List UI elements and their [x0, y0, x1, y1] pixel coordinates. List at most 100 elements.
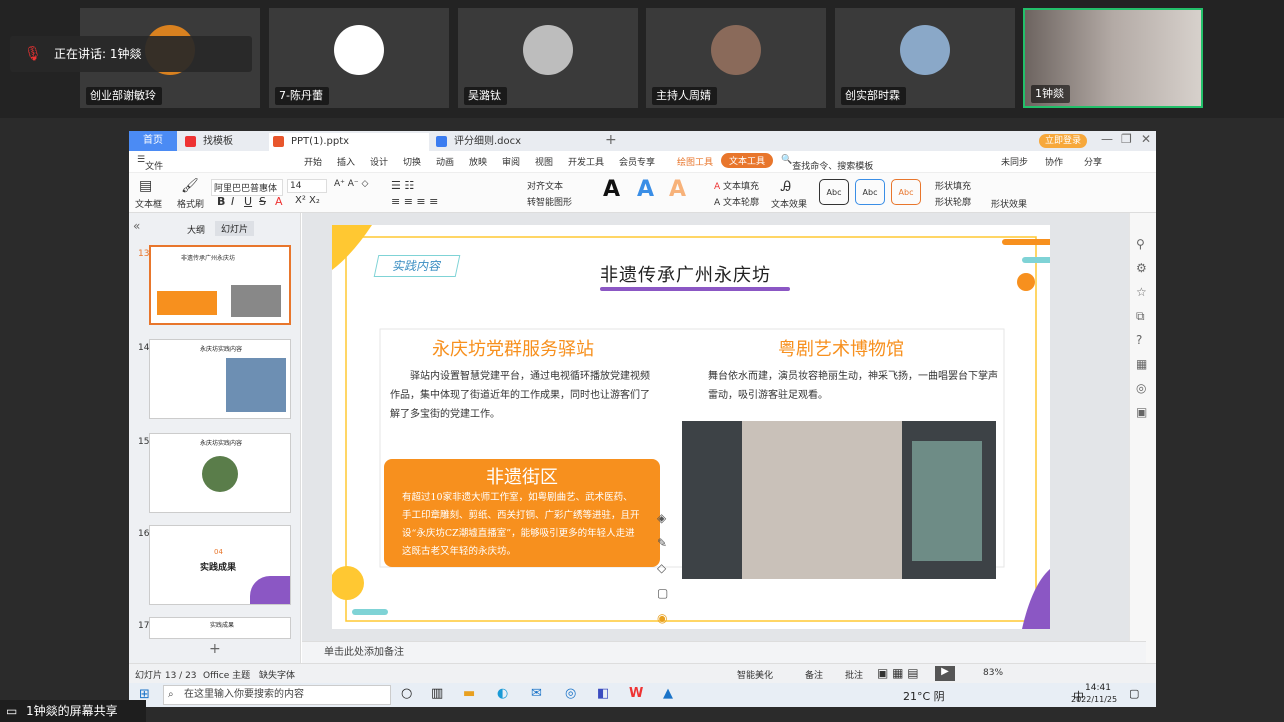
meeting-app-icon[interactable]: ▲: [663, 686, 673, 701]
slide-thumb-17[interactable]: 实践成果: [149, 617, 291, 639]
participant-tile[interactable]: 吴潞钛: [458, 8, 638, 108]
task-view-icon[interactable]: ○: [401, 686, 412, 701]
copy-icon[interactable]: ⧉: [1136, 309, 1145, 324]
slide-thumb-13[interactable]: 非遗传承广州永庆坊: [149, 245, 291, 325]
wps-icon[interactable]: W: [629, 686, 643, 701]
smart-art-button[interactable]: 转智能图形: [527, 195, 572, 208]
menu-insert[interactable]: 插入: [337, 155, 355, 168]
shape-style-3[interactable]: Abc: [891, 179, 921, 205]
shape-style-2[interactable]: Abc: [855, 179, 885, 205]
text-style-orange[interactable]: A: [669, 177, 686, 202]
format-brush-label[interactable]: 格式刷: [177, 197, 204, 210]
menu-developer[interactable]: 开发工具: [568, 155, 604, 168]
menu-design[interactable]: 设计: [370, 155, 388, 168]
pin-icon[interactable]: ⚲: [1136, 237, 1145, 251]
slide-thumb-16[interactable]: 04 实践成果: [149, 525, 291, 605]
play-icon[interactable]: ▶: [935, 666, 955, 681]
grow-font-icon[interactable]: A⁺ A⁻ ◇: [334, 179, 368, 189]
notes-toggle[interactable]: 备注: [805, 668, 823, 681]
login-button[interactable]: 立即登录: [1039, 134, 1088, 148]
theme-name[interactable]: Office 主题: [203, 668, 250, 681]
sync-status[interactable]: 未同步: [1001, 155, 1028, 168]
taskbar-search[interactable]: ⌕ 在这里输入你要搜索的内容: [163, 685, 391, 705]
frame-icon[interactable]: ▢: [657, 586, 668, 600]
participant-tile[interactable]: 7-陈丹蕾: [269, 8, 449, 108]
text-outline-button[interactable]: A 文本轮廓: [714, 195, 759, 208]
widgets-icon[interactable]: ▥: [431, 686, 443, 701]
new-tab-button[interactable]: +: [605, 132, 617, 148]
participant-tile[interactable]: 创实部时霖: [835, 8, 1015, 108]
slide-thumb-14[interactable]: 永庆坊实践内容: [149, 339, 291, 419]
shape-outline-button[interactable]: 形状轮廓: [935, 195, 971, 208]
menu-text-tools[interactable]: 文本工具: [721, 153, 774, 168]
settings-icon[interactable]: ⚙: [1136, 261, 1147, 275]
collaborate-button[interactable]: 协作: [1045, 155, 1063, 168]
weather[interactable]: 21°C 阴: [903, 688, 945, 704]
tip-icon[interactable]: ◉: [657, 611, 667, 625]
zoom-level[interactable]: 83%: [983, 668, 1003, 678]
superscript-icon[interactable]: X² X₂: [295, 195, 320, 206]
tab-home[interactable]: 首页: [129, 131, 177, 151]
clock-date[interactable]: 2022/11/25: [1071, 695, 1117, 704]
star-icon[interactable]: ☆: [1136, 285, 1147, 299]
font-color-icon[interactable]: A: [275, 195, 283, 208]
location-icon[interactable]: ◎: [1136, 381, 1146, 395]
layers-icon[interactable]: ◈: [657, 511, 666, 525]
book-icon[interactable]: ▣: [1136, 405, 1147, 419]
participant-tile-active[interactable]: 1钟燚: [1023, 8, 1203, 108]
share-button[interactable]: 分享: [1084, 155, 1102, 168]
close-icon[interactable]: ✕: [1141, 132, 1151, 146]
help-icon[interactable]: ?: [1136, 333, 1142, 347]
text-style-blue[interactable]: A: [637, 177, 654, 202]
tab-slides[interactable]: 幻灯片: [215, 221, 255, 236]
slide-13[interactable]: 实践内容 非遗传承广州永庆坊 永庆坊党群服务驿站 驿站内设置智慧党建平台，通过电…: [332, 225, 1050, 629]
font-select[interactable]: 阿里巴巴普惠体: [211, 179, 283, 196]
tab-templates[interactable]: 找模板: [181, 133, 269, 151]
menu-review[interactable]: 审阅: [502, 155, 520, 168]
command-search[interactable]: 🔍 查找命令、搜索模板: [781, 155, 873, 172]
collapse-icon[interactable]: «: [133, 219, 140, 233]
add-slide-button[interactable]: +: [209, 641, 221, 657]
shape-fill-button[interactable]: 形状填充: [935, 179, 971, 192]
slide-thumb-15[interactable]: 永庆坊实践内容: [149, 433, 291, 513]
textbox-icon[interactable]: ▤: [139, 178, 152, 194]
menu-view[interactable]: 视图: [535, 155, 553, 168]
list-icon[interactable]: ☰ ☷: [391, 179, 414, 192]
explorer-icon[interactable]: ▬: [463, 686, 475, 701]
text-effect-icon[interactable]: Ꭿ: [781, 179, 791, 195]
text-style-black[interactable]: A: [603, 177, 620, 202]
strike-icon[interactable]: S: [259, 195, 266, 208]
pen-app-icon[interactable]: ◧: [597, 686, 609, 701]
tab-pptx[interactable]: PPT(1).pptx: [269, 133, 429, 151]
notes-bar[interactable]: 单击此处添加备注: [302, 641, 1146, 663]
align-icon[interactable]: ≡ ≡ ≡ ≡: [391, 195, 438, 208]
font-size-select[interactable]: 14: [287, 179, 327, 193]
bold-icon[interactable]: B: [217, 195, 225, 208]
comments-toggle[interactable]: 批注: [845, 668, 863, 681]
tab-docx[interactable]: 评分细则.docx: [432, 133, 582, 151]
smart-beautify[interactable]: 智能美化: [737, 668, 773, 681]
italic-icon[interactable]: I: [231, 195, 234, 208]
clock-time[interactable]: 14:41: [1085, 683, 1111, 693]
app-icon[interactable]: ◎: [565, 686, 576, 701]
format-brush-icon[interactable]: 🖌: [181, 178, 199, 194]
minimize-button[interactable]: —: [1101, 132, 1113, 146]
textbox-label[interactable]: 文本框: [135, 197, 162, 210]
menu-member[interactable]: 会员专享: [619, 155, 655, 168]
menu-slideshow[interactable]: 放映: [469, 155, 487, 168]
notification-icon[interactable]: ▢: [1129, 687, 1139, 700]
shape-effect-button[interactable]: 形状效果: [991, 197, 1027, 210]
menu-animation[interactable]: 动画: [436, 155, 454, 168]
restore-button[interactable]: ❐: [1121, 132, 1132, 146]
chart-icon[interactable]: ▦: [1136, 357, 1147, 371]
menu-start[interactable]: 开始: [304, 155, 322, 168]
pen-icon[interactable]: ✎: [657, 536, 667, 550]
menu-drawing-tools[interactable]: 绘图工具: [677, 155, 713, 168]
missing-font[interactable]: 缺失字体: [259, 668, 295, 681]
align-text-button[interactable]: 对齐文本: [527, 179, 563, 192]
heritage-box[interactable]: 非遗街区 有超过10家非遗大师工作室，如粤剧曲艺、武术医药、手工印章雕刻、剪纸、…: [384, 459, 660, 567]
text-fill-button[interactable]: A 文本填充: [714, 179, 759, 192]
mail-icon[interactable]: ✉: [531, 686, 542, 701]
menu-file[interactable]: ☰ 文件: [137, 155, 163, 172]
shape-style-1[interactable]: Abc: [819, 179, 849, 205]
